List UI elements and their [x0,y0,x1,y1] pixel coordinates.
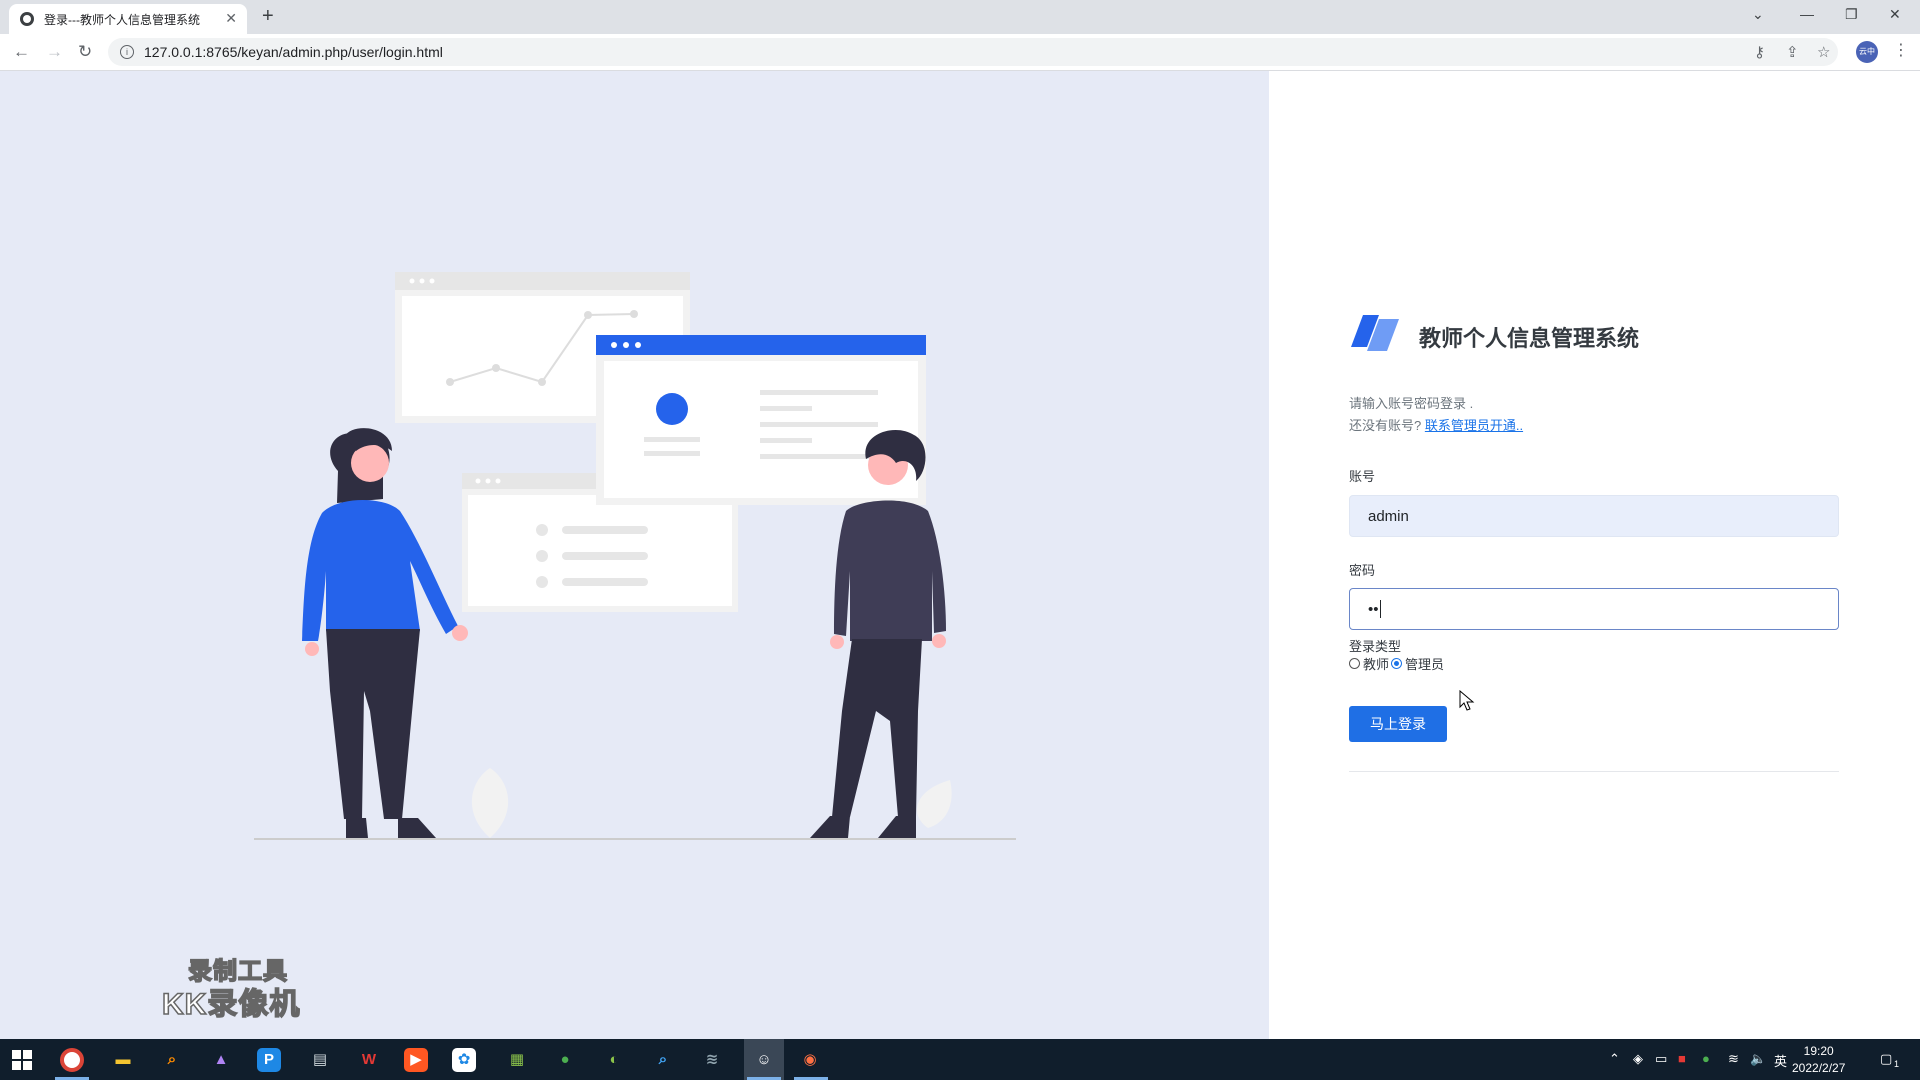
site-info-icon[interactable]: i [120,45,134,59]
account-value: admin [1368,507,1409,525]
tray-expand-icon[interactable]: ⌃ [1609,1051,1620,1067]
windows-start-icon[interactable] [12,1050,32,1070]
system-title: 教师个人信息管理系统 [1419,326,1640,351]
notification-center-icon[interactable]: ▢ [1880,1051,1892,1067]
wps-icon[interactable]: W [354,1045,384,1075]
editor-app-icon[interactable]: ≋ [697,1045,727,1075]
app-logo-icon [1351,315,1399,351]
printer-app-icon[interactable]: ▤ [305,1045,335,1075]
clock-time: 19:20 [1803,1044,1834,1058]
contact-admin-link[interactable]: 联系管理员开通.. [1425,418,1523,433]
recording-watermark-line2: KK录像机 [161,987,301,1022]
search-tool-icon[interactable]: ⌕ [157,1045,187,1075]
login-instruction: 请输入账号密码登录 . [1349,396,1474,411]
browser-toolbar: ← → ↻ i 127.0.0.1:8765/keyan/admin.php/u… [0,34,1920,71]
notification-count: 1 [1894,1059,1900,1069]
password-input[interactable]: •• [1349,588,1839,630]
system-clock[interactable]: 19:20 2022/2/27 [1792,1043,1845,1077]
radio-teacher-label[interactable]: 教师 [1363,654,1389,673]
windows-taskbar: ▬ ⌕ ▲ P ▤ W ▶ ✿ ▦ ● ◐ ⌕ ≋ ☺ ◉ ⌃ ◈ ▭ ■ ● … [0,1039,1920,1080]
back-icon[interactable]: ← [13,42,30,62]
file-explorer-icon[interactable]: ▬ [108,1045,138,1075]
address-bar[interactable]: i 127.0.0.1:8765/keyan/admin.php/user/lo… [108,38,1838,66]
account-label: 账号 [1349,469,1376,484]
network-app-icon[interactable]: ✿ [452,1048,476,1072]
tab-title: 登录---教师个人信息管理系统 [44,12,200,27]
login-type-label: 登录类型 [1349,639,1402,654]
form-divider [1349,771,1839,772]
wifi-icon[interactable]: ≋ [1728,1051,1739,1067]
volume-muted-icon[interactable]: 🔈 [1750,1051,1766,1067]
zoom-search-icon[interactable]: ⌕ [648,1045,678,1075]
forward-icon[interactable]: → [46,42,63,62]
login-type-group: 教师 管理员 [1349,654,1444,673]
password-value: •• [1368,600,1379,618]
clock-date: 2022/2/27 [1792,1061,1846,1075]
bookmark-star-icon[interactable]: ☆ [1817,43,1830,61]
media-app-icon[interactable]: ▶ [404,1048,428,1072]
ime-indicator[interactable]: 英 [1774,1051,1787,1070]
battery-icon[interactable]: ▭ [1655,1051,1667,1067]
reload-icon[interactable]: ↻ [78,42,92,62]
tray-red-app-icon[interactable]: ■ [1678,1051,1686,1066]
url-text[interactable]: 127.0.0.1:8765/keyan/admin.php/user/logi… [144,44,443,60]
tab-search-icon[interactable]: ⌄ [1752,6,1764,23]
tray-app-icon[interactable]: ◈ [1633,1051,1643,1067]
profile-avatar[interactable]: 云中 [1856,41,1878,63]
notepad-icon[interactable]: ▦ [502,1045,532,1075]
key-icon[interactable]: ⚷ [1754,43,1765,61]
globe-icon [20,12,34,26]
login-panel: 教师个人信息管理系统 请输入账号密码登录 . 还没有账号? 联系管理员开通.. … [1269,71,1920,1039]
orange-app-icon[interactable]: ◉ [795,1045,825,1075]
illustration-panel: 录制工具 KK录像机 [0,71,1269,1039]
radio-admin-label[interactable]: 管理员 [1405,654,1444,673]
people-dashboard-illustration [254,272,1016,840]
minimize-icon[interactable]: — [1800,6,1814,22]
close-tab-icon[interactable]: ✕ [225,10,237,27]
account-input[interactable]: admin [1349,495,1839,537]
wechat-icon[interactable]: ● [550,1045,580,1075]
close-window-icon[interactable]: ✕ [1889,6,1901,23]
chrome-icon[interactable] [60,1048,84,1072]
tray-wechat-icon[interactable]: ● [1702,1051,1710,1066]
radio-teacher[interactable] [1349,658,1360,669]
login-submit-button[interactable]: 马上登录 [1349,706,1447,742]
browser-menu-icon[interactable]: ⋮ [1893,40,1909,60]
text-caret [1379,600,1381,618]
share-icon[interactable]: ⇪ [1786,43,1799,61]
radio-admin[interactable] [1391,658,1403,669]
p-app-icon[interactable]: P [257,1048,281,1072]
new-tab-icon[interactable]: + [262,5,274,28]
mouse-cursor-icon [1459,690,1475,711]
avatar-app-icon[interactable]: ☺ [744,1039,784,1080]
browser-tab[interactable]: 登录---教师个人信息管理系统 ✕ [9,4,247,34]
register-hint: 还没有账号? 联系管理员开通.. [1349,415,1523,434]
browser-tab-strip: 登录---教师个人信息管理系统 ✕ + ⌄ — ❐ ✕ [0,0,1920,34]
green-app-icon[interactable]: ◐ [599,1045,629,1075]
photos-icon[interactable]: ▲ [206,1045,236,1075]
register-hint-text: 还没有账号? [1349,418,1425,433]
password-label: 密码 [1349,563,1376,578]
restore-icon[interactable]: ❐ [1845,6,1858,23]
